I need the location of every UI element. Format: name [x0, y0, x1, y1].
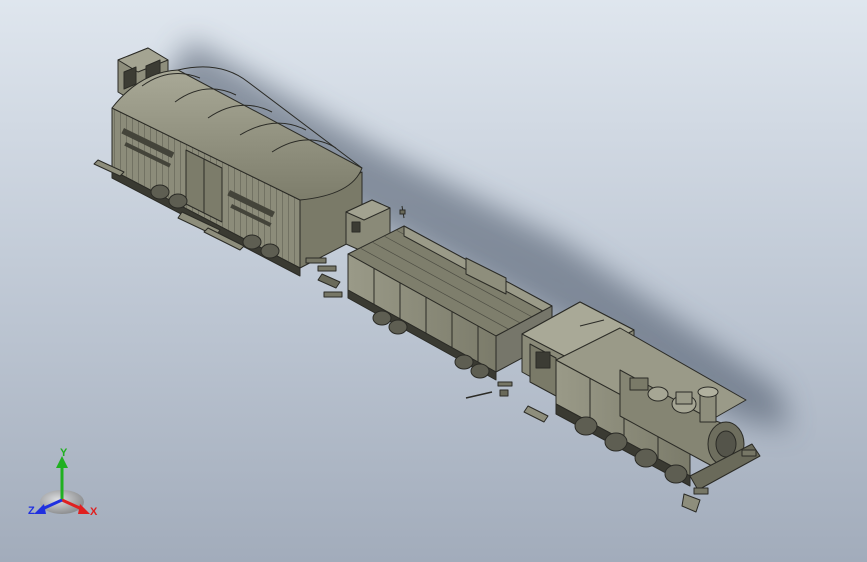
x-axis-label: X: [90, 506, 98, 518]
z-axis-label: Z: [28, 505, 35, 517]
train-model-scene[interactable]: [0, 0, 867, 562]
graphics-viewport[interactable]: Y Z X: [0, 0, 867, 562]
axis-triad: Y Z X: [22, 446, 106, 526]
y-axis-label: Y: [60, 447, 68, 459]
loco-chimney: [697, 386, 719, 423]
